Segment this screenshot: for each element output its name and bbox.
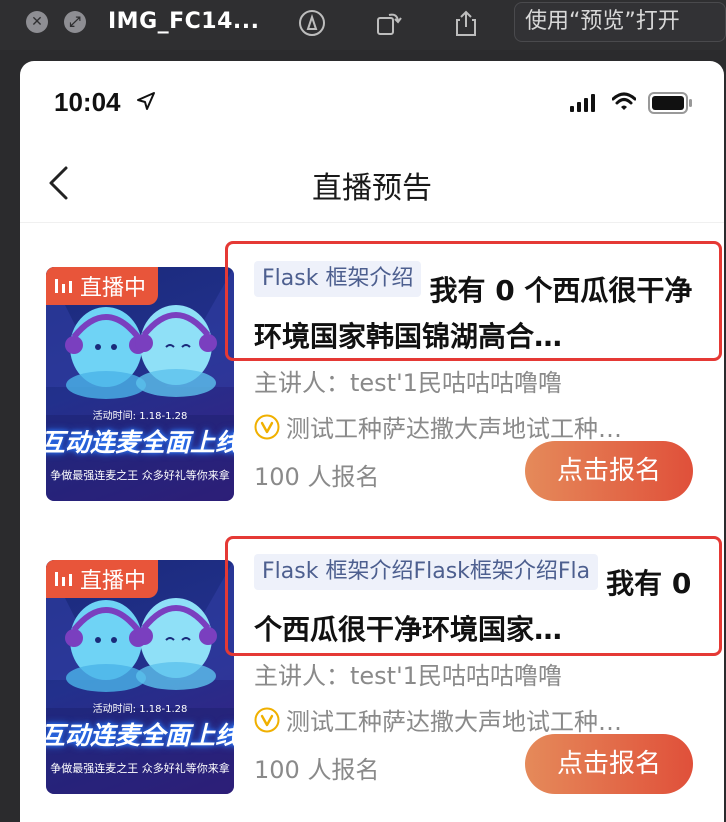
speaker-text: 主讲人：test'1民咕咕咕噜噜 xyxy=(254,369,562,397)
cover-date-text: 活动时间: 1.18-1.28 xyxy=(92,411,188,422)
cover-subtitle: 争做最强连麦之王 众多好礼等你来拿 xyxy=(50,762,230,775)
cover-date-text: 活动时间: 1.18-1.28 xyxy=(92,704,188,715)
status-bar: 10:04 xyxy=(20,61,724,141)
live-cover-image[interactable]: 直播中 活动时间: 1.18-1.28 互动连麦全面上线 争做最强连麦之王 众多… xyxy=(46,267,234,501)
markup-icon[interactable] xyxy=(298,9,326,37)
share-icon[interactable] xyxy=(452,9,480,37)
open-with-preview-button[interactable]: 使用“预览”打开 xyxy=(514,2,726,42)
navigation-bar: 直播预告 xyxy=(20,141,724,223)
vip-badge-icon xyxy=(254,414,280,439)
status-time: 10:04 xyxy=(54,87,121,117)
signup-count: 100 人报名 xyxy=(254,463,380,491)
signup-button[interactable]: 点击报名 xyxy=(525,734,693,794)
signup-button[interactable]: 点击报名 xyxy=(525,441,693,501)
live-badge-label: 直播中 xyxy=(80,276,147,301)
live-cover-image[interactable]: 直播中 活动时间: 1.18-1.28 互动连麦全面上线 争做最强连麦之王 众多… xyxy=(46,560,234,794)
wifi-icon xyxy=(612,92,636,110)
live-status-badge: 直播中 xyxy=(46,267,159,305)
card-title[interactable]: Flask 框架介绍Flask框架介绍Fla 我有 0 个西瓜很干净环境国家… xyxy=(254,554,700,646)
live-status-badge: 直播中 xyxy=(46,560,159,598)
card-title[interactable]: Flask 框架介绍 我有 0 个西瓜很干净环境国家韩国锦湖高合… xyxy=(254,261,700,353)
speaker-text: 主讲人：test'1民咕咕咕噜噜 xyxy=(254,662,562,690)
category-tag: Flask 框架介绍Flask框架介绍Fla xyxy=(254,554,599,590)
cover-headline: 互动连麦全面上线 xyxy=(46,428,234,457)
live-preview-card[interactable]: 直播中 活动时间: 1.18-1.28 互动连麦全面上线 争做最强连麦之王 众多… xyxy=(20,223,724,513)
live-bars-icon xyxy=(55,279,72,293)
vip-badge-icon xyxy=(254,707,280,732)
quicklook-toolbar: ✕ ⤢ IMG_FC14... 使用“预览”打开 xyxy=(0,0,726,50)
phone-screenshot: 10:04 直播预告 直播中 活动时间: 1.18-1.28 互动连麦全面上线 … xyxy=(20,61,724,822)
location-arrow-icon xyxy=(137,92,155,110)
close-icon[interactable]: ✕ xyxy=(26,11,48,33)
cellular-signal-icon xyxy=(570,94,595,112)
cover-subtitle: 争做最强连麦之王 众多好礼等你来拿 xyxy=(50,469,230,482)
category-tag: Flask 框架介绍 xyxy=(254,261,422,297)
live-preview-card[interactable]: 直播中 活动时间: 1.18-1.28 互动连麦全面上线 争做最强连麦之王 众多… xyxy=(20,516,724,806)
cover-headline: 互动连麦全面上线 xyxy=(46,721,234,750)
description-text: 测试工种萨达撒大声地试工种… xyxy=(286,708,622,736)
battery-icon xyxy=(648,92,692,114)
description-row: 测试工种萨达撒大声地试工种… xyxy=(254,702,694,737)
page-title: 直播预告 xyxy=(312,171,432,206)
description-text: 测试工种萨达撒大声地试工种… xyxy=(286,415,622,443)
description-row: 测试工种萨达撒大声地试工种… xyxy=(254,409,694,444)
signup-count: 100 人报名 xyxy=(254,756,380,784)
live-badge-label: 直播中 xyxy=(80,569,147,594)
window-title: IMG_FC14... xyxy=(108,9,260,34)
live-bars-icon xyxy=(55,572,72,586)
fullscreen-icon[interactable]: ⤢ xyxy=(64,11,86,33)
rotate-icon[interactable] xyxy=(375,9,403,37)
